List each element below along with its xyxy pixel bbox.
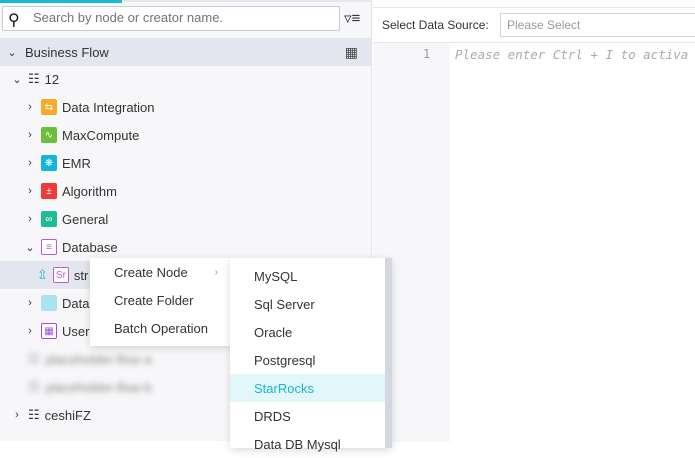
tab-bar [122, 0, 372, 2]
chevron-down-icon[interactable]: ⌄ [5, 46, 19, 59]
tree-item[interactable]: › ∿ MaxCompute [0, 121, 372, 149]
chevron-down-icon[interactable]: ⌄ [10, 73, 24, 86]
emr-icon: ❋ [41, 155, 57, 171]
workflow-icon: ☷ [28, 407, 40, 422]
tree-item[interactable]: › ❋ EMR [0, 149, 372, 177]
submenu-item-oracle[interactable]: Oracle [230, 318, 385, 346]
context-menu: Create Node › Create Folder Batch Operati… [90, 258, 230, 346]
database-icon: ≡ [41, 239, 57, 255]
general-icon: ∞ [41, 211, 57, 227]
code-editor[interactable]: 1 Please enter Ctrl + I to activa [373, 42, 695, 442]
submenu-item-starrocks[interactable]: StarRocks [230, 374, 385, 402]
editor-hint: Please enter Ctrl + I to activa [455, 47, 689, 62]
editor-panel: Select Data Source: Please Select 1 Plea… [373, 0, 695, 442]
chevron-right-icon[interactable]: › [10, 409, 24, 421]
grid-view-icon[interactable]: ▦ [345, 44, 358, 61]
data-integration-icon: ⇆ [41, 99, 57, 115]
starrocks-node-icon: Sr [52, 267, 69, 283]
create-node-submenu: MySQL Sql Server Oracle Postgresql StarR… [230, 258, 392, 452]
user-defined-icon: ▦ [41, 323, 57, 339]
menu-item-create-node[interactable]: Create Node › [90, 258, 230, 286]
maxcompute-icon: ∿ [41, 127, 57, 143]
workflow-icon: ☷ [28, 71, 40, 86]
data-source-select[interactable]: Please Select [500, 13, 695, 37]
filter-icon[interactable]: ▿≡ [344, 9, 360, 27]
tree-item[interactable]: › ∞ General [0, 205, 372, 233]
search-icon: ⚲ [8, 12, 20, 29]
submenu-scrollbar[interactable] [385, 258, 392, 448]
algorithm-icon: ± [41, 183, 57, 199]
menu-item-create-folder[interactable]: Create Folder [90, 286, 230, 314]
submenu-item-drds[interactable]: DRDS [230, 402, 385, 430]
menu-item-batch-operation[interactable]: Batch Operation [90, 314, 230, 342]
folder-icon [41, 295, 57, 311]
active-tab-indicator [0, 0, 122, 3]
tree-root-business-flow[interactable]: ⌄ Business Flow ▦ [0, 38, 372, 66]
data-source-label: Select Data Source: [382, 18, 489, 32]
submenu-item-mysql[interactable]: MySQL [230, 262, 385, 290]
tree-item[interactable]: › ± Algorithm [0, 177, 372, 205]
chevron-right-icon: › [214, 266, 218, 278]
tree-item[interactable]: ⌄ ≡ Database [0, 233, 372, 261]
tree-item[interactable]: › ⇆ Data Integration [0, 93, 372, 121]
search-box[interactable]: ⚲ [2, 6, 340, 31]
submenu-item-sql-server[interactable]: Sql Server [230, 290, 385, 318]
search-input[interactable] [33, 10, 333, 25]
submenu-item-postgresql[interactable]: Postgresql [230, 346, 385, 374]
submenu-item-data-db-mysql[interactable]: Data DB Mysql [230, 430, 385, 458]
tree-flow-12[interactable]: ⌄ ☷ 12 [0, 65, 372, 93]
line-number: 1 [423, 47, 431, 61]
upload-icon: ⇫ [37, 267, 48, 282]
